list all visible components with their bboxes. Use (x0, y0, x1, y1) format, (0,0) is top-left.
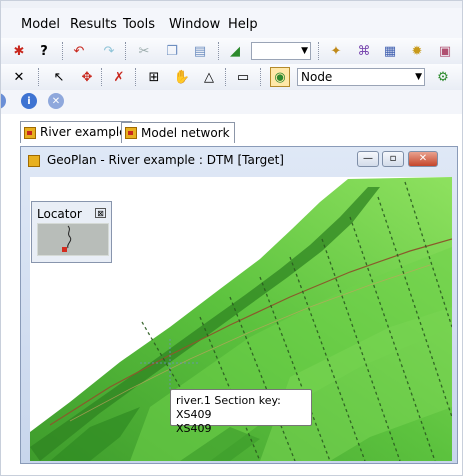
view-extent-marker (62, 247, 67, 252)
selection-mode-select[interactable]: Node ▼ (297, 68, 425, 86)
maximize-icon: ▫ (389, 153, 397, 164)
minimize-icon: — (363, 153, 373, 164)
toolbar-separator (260, 68, 263, 86)
draw-icon[interactable]: ◢ (226, 42, 244, 60)
window-title: GeoPlan - River example : DTM [Target] (47, 153, 284, 167)
tab-model-network[interactable]: Model network (121, 122, 235, 143)
delete-link-icon[interactable]: ✗ (110, 68, 128, 86)
toolbar-separator (125, 42, 128, 60)
close-icon: ⊠ (97, 209, 104, 218)
document-tabs: River example Model network (0, 114, 463, 144)
chevron-down-icon: ▼ (415, 72, 422, 82)
menu-window[interactable]: Window (169, 17, 220, 33)
help-icon[interactable]: ? (35, 42, 53, 60)
menu-model[interactable]: Model (21, 17, 60, 33)
toolbar-separator (225, 68, 228, 86)
tab-label: River example (40, 125, 127, 139)
tab-label: Model network (141, 125, 230, 140)
locator-title: Locator (37, 207, 82, 221)
stop-icon[interactable]: ✕ (48, 93, 64, 109)
selection-mode-value: Node (301, 70, 333, 84)
tooltip-line-2: XS409 (176, 422, 212, 435)
toolbar-separator (135, 68, 138, 86)
map-tooltip: river.1 Section key: XS409 XS409 (170, 389, 312, 435)
maximize-button[interactable]: ▫ (382, 151, 404, 167)
minimize-button[interactable]: — (357, 151, 379, 167)
toolbar-standard: ✱ ? ↶ ↷ ✂ ❐ ▤ ◢ ▼ ✦ ⌘ ▦ ✹ ▣ (0, 38, 463, 65)
image-icon[interactable]: ▣ (436, 42, 454, 60)
close-icon: ✕ (418, 153, 428, 164)
title-strip (0, 0, 463, 8)
globe-icon[interactable]: ◉ (270, 67, 290, 87)
toolbar-separator (218, 42, 221, 60)
copy-icon[interactable]: ❐ (163, 42, 181, 60)
toolbar-separator (318, 42, 321, 60)
locator-overview (62, 225, 72, 252)
toolbar-geoplan: ✕ ↖ ✥ ✗ ⊞ ✋ △ ▭ ◉ Node ▼ ⚙ (0, 64, 463, 91)
geoplan-icon (24, 126, 36, 139)
toolbar-combo[interactable]: ▼ (251, 42, 311, 60)
toolbar-separator (62, 42, 65, 60)
locator-panel[interactable]: Locator ⊠ (31, 201, 112, 263)
tooltip-line-1: river.1 Section key: XS409 (176, 394, 281, 421)
geoplan-window-icon (28, 155, 40, 167)
toolbar-info: i ✕ (0, 90, 463, 115)
zoom-extent-icon[interactable]: ⊞ (145, 68, 163, 86)
paste-icon[interactable]: ▤ (191, 42, 209, 60)
tools-icon[interactable]: ⚙ (434, 68, 452, 86)
pointer-icon[interactable]: ↖ (50, 68, 68, 86)
toolbar-separator (101, 68, 104, 86)
cut-icon[interactable]: ✂ (135, 42, 153, 60)
menu-help[interactable]: Help (228, 17, 258, 33)
menu-bar: Model Results Tools Window Help (0, 0, 463, 38)
chevron-down-icon: ▼ (301, 46, 308, 56)
network-icon[interactable]: ⌘ (355, 42, 373, 60)
menu-tools[interactable]: Tools (123, 17, 155, 33)
close-button[interactable]: ✕ (408, 151, 438, 167)
blue-dot-icon[interactable] (0, 93, 6, 109)
select-node-icon[interactable]: ✥ (78, 68, 96, 86)
new-object-icon[interactable]: ✦ (327, 42, 345, 60)
locator-close-button[interactable]: ⊠ (95, 208, 106, 218)
menu-results[interactable]: Results (70, 17, 117, 33)
bug-icon[interactable]: ✱ (10, 42, 28, 60)
measure-icon[interactable]: ▭ (234, 68, 252, 86)
grid-icon[interactable]: ▦ (381, 42, 399, 60)
tab-river-example[interactable]: River example (20, 121, 132, 143)
redo-icon[interactable]: ↷ (100, 42, 118, 60)
undo-icon[interactable]: ↶ (70, 42, 88, 60)
info-icon[interactable]: i (21, 93, 37, 109)
select-area-icon[interactable]: △ (200, 68, 218, 86)
toolbar-separator (38, 68, 41, 86)
locator-overview-map[interactable] (37, 223, 109, 256)
network-tab-icon (125, 127, 137, 139)
cancel-icon[interactable]: ✕ (10, 68, 28, 86)
settings-icon[interactable]: ✹ (408, 42, 426, 60)
pan-icon[interactable]: ✋ (173, 68, 191, 86)
